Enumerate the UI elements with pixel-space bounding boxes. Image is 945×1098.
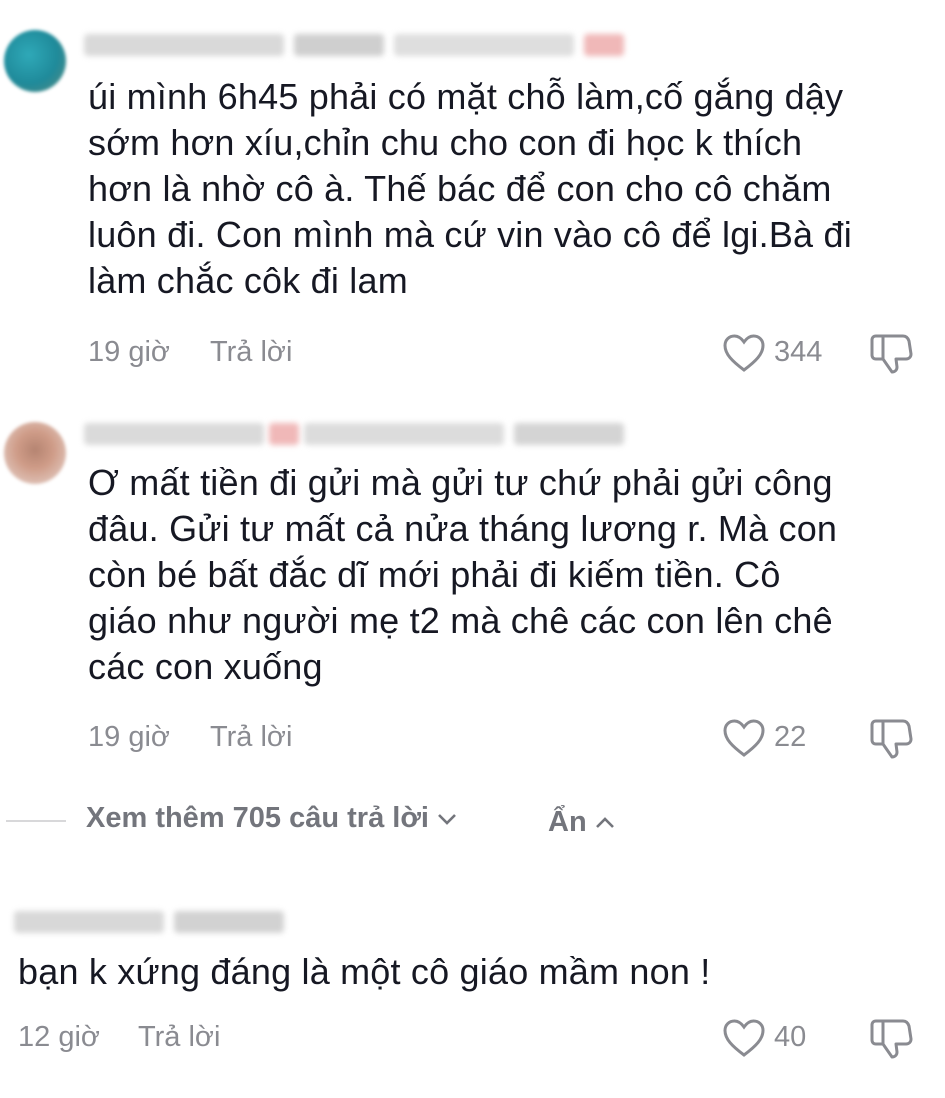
reply-button[interactable]: Trả lời: [210, 336, 292, 369]
comment-line: hơn là nhờ cô à. Thế bác để con cho cô c…: [88, 168, 832, 209]
hide-replies-button[interactable]: Ẩn: [548, 806, 615, 839]
heart-outline-icon[interactable]: [722, 718, 766, 758]
heart-outline-icon[interactable]: [722, 333, 766, 373]
comment-line: các con xuống: [88, 646, 323, 687]
comment-line: đâu. Gửi tư mất cả nửa tháng lương r. Mà…: [88, 508, 838, 549]
avatar[interactable]: [4, 422, 66, 484]
reply-button[interactable]: Trả lời: [210, 721, 292, 754]
comment-line: giáo như người mẹ t2 mà chê các con lên …: [88, 600, 833, 641]
comment-line: làm chắc côk đi lam: [88, 260, 408, 301]
chevron-down-icon: [437, 812, 457, 826]
like-count: 344: [774, 336, 823, 368]
username-redacted[interactable]: [14, 908, 294, 936]
chevron-up-icon: [595, 816, 615, 830]
comment-line: còn bé bất đắc dĩ mới phải đi kiếm tiền.…: [88, 554, 781, 595]
view-more-label: Xem thêm 705 câu trả lời: [86, 802, 429, 834]
comment-time: 12 giờ: [18, 1021, 100, 1053]
heart-outline-icon[interactable]: [722, 1018, 766, 1058]
comment-text: Ơ mất tiền đi gửi mà gửi tư chứ phải gửi…: [88, 460, 928, 690]
thread-divider: [6, 820, 66, 822]
thumbs-down-outline-icon[interactable]: [868, 1017, 914, 1059]
comment-line: sớm hơn xíu,chỉn chu cho con đi học k th…: [88, 122, 803, 163]
comment-time: 19 giờ: [88, 336, 170, 368]
comment-line: Ơ mất tiền đi gửi mà gửi tư chứ phải gửi…: [88, 462, 833, 503]
view-more-replies-button[interactable]: Xem thêm 705 câu trả lời: [86, 802, 457, 835]
comment-time: 19 giờ: [88, 721, 170, 753]
comment-text: bạn k xứng đáng là một cô giáo mầm non !: [18, 951, 711, 992]
username-redacted[interactable]: [84, 420, 644, 448]
thumbs-down-outline-icon[interactable]: [868, 717, 914, 759]
reply-button[interactable]: Trả lời: [138, 1021, 220, 1054]
like-count: 22: [774, 721, 807, 753]
username-redacted[interactable]: [84, 31, 624, 59]
thumbs-down-outline-icon[interactable]: [868, 332, 914, 374]
like-count: 40: [774, 1021, 807, 1053]
hide-label: Ẩn: [548, 806, 587, 838]
comment-line: úi mình 6h45 phải có mặt chỗ làm,cố gắng…: [88, 76, 844, 117]
comment-line: luôn đi. Con mình mà cứ vin vào cô để lg…: [88, 214, 852, 255]
comment-text: úi mình 6h45 phải có mặt chỗ làm,cố gắng…: [88, 74, 928, 304]
avatar[interactable]: [4, 30, 66, 92]
